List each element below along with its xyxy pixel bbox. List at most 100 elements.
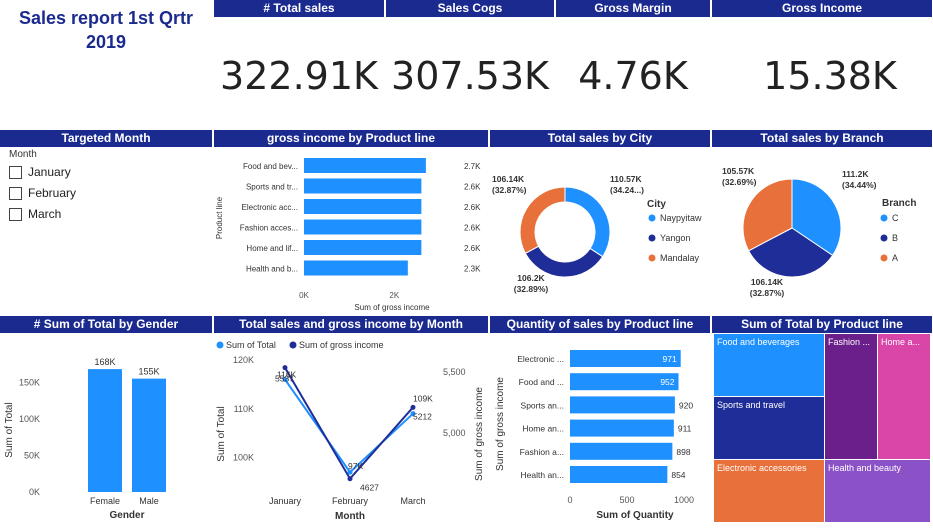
kpi-total-sales-header: # Total sales [214, 0, 384, 17]
category-label: Home an... [522, 424, 564, 434]
y2-axis-label: Sum of gross income [474, 387, 485, 481]
x-tick-label: 500 [619, 495, 634, 505]
category-label: Electronic acc... [242, 203, 298, 212]
x-tick-label: 2K [389, 291, 399, 300]
x-tick-label: 0 [567, 495, 572, 505]
kpi-gross-margin-value: 4.76K [578, 54, 688, 98]
legend-label: Naypyitaw [660, 213, 702, 223]
gross-income-product-chart[interactable]: Product line Sum of gross income Food an… [214, 148, 488, 314]
sales-by-city-chart[interactable]: City Naypyitaw 110.57K(34.24...) Yangon 106… [490, 148, 710, 314]
data-label: 168K [94, 357, 115, 367]
checkbox-icon[interactable] [9, 165, 22, 179]
data-label: 2.6K [464, 224, 481, 233]
kpi-sales-cogs-header: Sales Cogs [386, 0, 554, 17]
sales-by-branch-chart[interactable]: Branch C 111.2K(34.44%) B 106.14K(32.87%) A 1… [712, 148, 932, 314]
kpi-gross-margin-header: Gross Margin [556, 0, 710, 17]
data-label: 2.6K [464, 183, 481, 192]
data-label: 97K [348, 461, 363, 471]
bar [304, 199, 422, 214]
x-axis-label: Sum of Quantity [596, 510, 674, 521]
checkbox-icon[interactable] [9, 207, 22, 221]
chart-sales-branch-title: Total sales by Branch [712, 130, 932, 147]
chart-treemap-title: Sum of Total by Product line [712, 316, 932, 333]
legend-marker [648, 214, 656, 222]
total-by-gender-chart[interactable]: Sum of Total Gender 0K 50K 100K 150K 168K Fem… [0, 334, 212, 526]
legend-label: A [892, 253, 898, 263]
bar [304, 158, 426, 173]
data-point [410, 404, 416, 410]
slicer-option-label: January [28, 165, 71, 179]
total-by-product-treemap[interactable]: Food and beverages Sports and travel Elect… [714, 334, 930, 522]
y-tick-label: 50K [24, 450, 40, 460]
legend-label: B [892, 233, 898, 243]
treemap-tile[interactable]: Home a... [878, 334, 930, 459]
pie-slice [519, 186, 566, 255]
treemap-tile[interactable]: Food and beverages [714, 334, 824, 396]
data-label: 109K [413, 394, 433, 404]
y-tick-label: 100K [19, 414, 40, 424]
x-axis-label: Sum of gross income [354, 303, 430, 312]
slicer-option-label: February [28, 186, 77, 200]
slicer-option-march[interactable]: March [9, 207, 61, 221]
bar [304, 240, 422, 255]
treemap-tile[interactable]: Electronic accessories [714, 460, 824, 522]
slice-value-label: 106.14K [492, 174, 525, 184]
x-tick-label: January [269, 496, 302, 506]
legend-marker [289, 341, 297, 349]
legend-marker [216, 341, 224, 349]
slice-value-label: 111.2K [842, 169, 869, 179]
legend-label: C [892, 213, 899, 223]
bar [570, 466, 668, 483]
slicer-option-january[interactable]: January [9, 165, 71, 179]
x-tick-label: March [400, 496, 425, 506]
kpi-gross-income-header: Gross Income [712, 0, 932, 17]
category-label: Health and b... [246, 265, 298, 274]
data-label: 155K [138, 367, 159, 377]
data-label: 854 [671, 470, 685, 480]
y-axis-label: Sum of Total [216, 406, 227, 461]
bar [304, 178, 422, 194]
slice-pct-label: (32.87%) [492, 185, 527, 195]
bar [132, 378, 166, 492]
data-label: 898 [676, 447, 690, 457]
legend-label: Yangon [660, 233, 690, 243]
y-tick-label: 0K [29, 487, 40, 497]
slice-pct-label: (32.89%) [514, 284, 549, 294]
slicer-option-february[interactable]: February [9, 186, 76, 200]
treemap-tile[interactable]: Health and beauty [825, 460, 930, 522]
x-axis-label: Gender [109, 510, 144, 521]
slice-value-label: 110.57K [610, 174, 643, 184]
slicer-field-label: Month [9, 149, 37, 160]
series-line [284, 378, 414, 474]
legend-marker [880, 214, 888, 222]
x-tick-label: 1000 [674, 495, 694, 505]
kpi-sales-cogs-value: 307.53K [391, 54, 549, 98]
data-label: 952 [660, 377, 674, 387]
y-tick-label: 120K [233, 355, 254, 365]
chart-gross-income-product-title: gross income by Product line [214, 130, 488, 147]
slice-pct-label: (32.69%) [722, 177, 757, 187]
x-tick-label: 0K [299, 291, 309, 300]
sales-income-month-chart[interactable]: Sum of Total Sum of gross income Month 1… [214, 334, 488, 526]
bar [304, 219, 422, 235]
bar [304, 260, 408, 276]
legend-label: Mandalay [660, 253, 700, 263]
y2-tick-label: 5,500 [443, 367, 466, 377]
bar [570, 442, 673, 460]
bar [570, 396, 675, 414]
chart-month-title: Total sales and gross income by Month [214, 316, 488, 333]
chart-sales-city-title: Total sales by City [490, 130, 710, 147]
data-label: 5212 [413, 411, 432, 421]
bar [88, 369, 122, 492]
slicer-header: Targeted Month [0, 130, 212, 147]
y-axis-label: Product line [215, 196, 224, 239]
category-label: Food and ... [519, 377, 564, 387]
treemap-tile[interactable]: Fashion ... [825, 334, 877, 459]
treemap-tile[interactable]: Sports and travel [714, 397, 824, 459]
checkbox-icon[interactable] [9, 186, 22, 200]
category-label: Sports an... [521, 400, 564, 410]
quantity-product-chart[interactable]: Sum of gross income Sum of Quantity Elec… [490, 334, 710, 526]
data-label: 2.7K [464, 162, 481, 171]
x-axis-label: Month [335, 511, 365, 522]
chart-gender-title: # Sum of Total by Gender [0, 316, 212, 333]
